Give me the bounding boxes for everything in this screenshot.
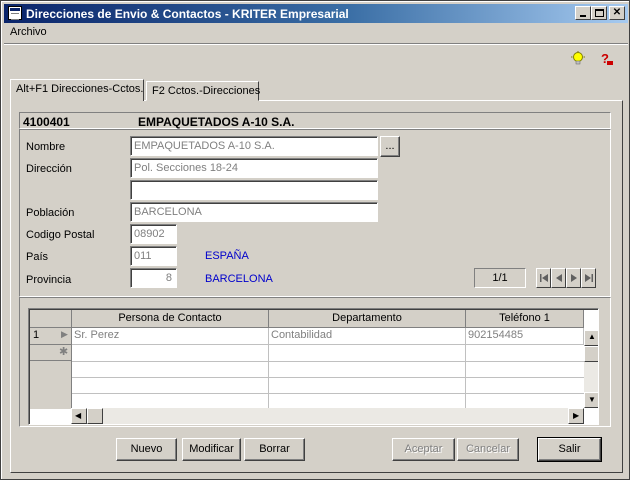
nav-prev-button[interactable] (551, 268, 566, 288)
scroll-down-button[interactable]: ▼ (584, 392, 598, 408)
column-header-telefono[interactable]: Teléfono 1 (466, 310, 584, 328)
scroll-left-button[interactable]: ◀ (71, 408, 87, 424)
new-row-icon: ✱ (59, 346, 69, 358)
column-header-departamento[interactable]: Departamento (269, 310, 466, 328)
provincia-label: Provincia (26, 274, 72, 286)
pais-label: País (26, 251, 49, 263)
cancelar-button[interactable]: Cancelar (457, 438, 519, 461)
nav-next-button[interactable] (566, 268, 581, 288)
company-header (19, 112, 611, 129)
menu-archivo[interactable]: Archivo (10, 26, 47, 38)
maximize-icon (595, 9, 604, 17)
grid-line (268, 328, 269, 409)
modificar-button[interactable]: Modificar (182, 438, 241, 461)
pais-name: ESPAÑA (205, 250, 249, 262)
cell-telefono[interactable]: 902154485 (466, 328, 584, 345)
horizontal-scroll-thumb[interactable] (87, 408, 103, 424)
browse-button[interactable]: ... (380, 136, 400, 157)
salir-button[interactable]: Salir (537, 437, 602, 462)
last-record-icon (585, 274, 593, 282)
direccion-field-1[interactable]: Pol. Secciones 18-24 (130, 158, 378, 178)
close-icon: ✕ (612, 7, 622, 18)
next-record-icon (571, 274, 577, 282)
maximize-button[interactable] (591, 6, 607, 20)
grid-line (72, 393, 584, 394)
minimize-button[interactable] (575, 6, 591, 20)
codigo-postal-label: Codigo Postal (26, 229, 95, 241)
first-record-icon (540, 274, 548, 282)
nombre-label: Nombre (26, 141, 66, 153)
tab-label: Alt+F1 Direcciones-Cctos. (16, 83, 144, 95)
vertical-scroll-thumb[interactable] (584, 346, 598, 362)
tab-contactos-direcciones[interactable]: F2 Cctos.-Direcciones (146, 81, 261, 101)
direccion-label: Dirección (26, 163, 72, 175)
minimize-icon (580, 15, 586, 17)
scroll-up-button[interactable]: ▲ (584, 330, 598, 346)
grid-line (72, 361, 584, 362)
company-name: EMPAQUETADOS A-10 S.A. (138, 115, 295, 129)
scroll-down-icon: ▼ (588, 395, 596, 404)
poblacion-label: Población (26, 207, 75, 219)
menu-bar: Archivo (4, 24, 628, 42)
empty-row-header (30, 361, 72, 409)
previous-record-icon (556, 274, 562, 282)
close-button[interactable]: ✕ (609, 6, 625, 20)
scroll-left-icon: ◀ (75, 411, 82, 420)
aceptar-button[interactable]: Aceptar (392, 438, 455, 461)
row-number: 1 (33, 329, 40, 341)
pais-code-field[interactable]: 011 (130, 246, 177, 266)
company-code: 4100401 (23, 115, 70, 129)
grid-line (465, 328, 466, 409)
borrar-button[interactable]: Borrar (244, 438, 305, 461)
provincia-name: BARCELONA (205, 273, 273, 285)
provincia-code-field[interactable]: 8 (130, 268, 177, 288)
direccion-field-2[interactable] (130, 180, 378, 200)
window-title: Direcciones de Envio & Contactos - KRITE… (26, 7, 349, 21)
new-row-header[interactable]: ✱ (30, 345, 72, 361)
scroll-up-icon: ▲ (588, 332, 596, 341)
codigo-postal-field[interactable]: 08902 (130, 224, 177, 244)
horizontal-scrollbar[interactable]: ◀ ▶ (71, 408, 584, 424)
lightbulb-icon[interactable] (570, 51, 586, 67)
poblacion-field[interactable]: BARCELONA (130, 202, 378, 222)
grid-body: Persona de Contacto Departamento Teléfon… (30, 310, 584, 409)
menu-separator (4, 43, 628, 45)
app-window-icon (8, 6, 22, 20)
main-window: Direcciones de Envio & Contactos - KRITE… (0, 0, 630, 480)
column-header-persona[interactable]: Persona de Contacto (72, 310, 269, 328)
tab-label: F2 Cctos.-Direcciones (152, 85, 261, 97)
cell-persona[interactable]: Sr. Perez (72, 328, 269, 345)
vertical-scrollbar[interactable]: ▲ ▼ (584, 330, 598, 408)
nav-last-button[interactable] (581, 268, 596, 288)
grid-line (72, 377, 584, 378)
nav-first-button[interactable] (536, 268, 551, 288)
grid-corner (30, 310, 72, 328)
nombre-field[interactable]: EMPAQUETADOS A-10 S.A. (130, 136, 378, 156)
help-icon[interactable]: ? (598, 51, 614, 67)
tab-direcciones-contactos[interactable]: Alt+F1 Direcciones-Cctos. (10, 79, 144, 101)
nuevo-button[interactable]: Nuevo (116, 438, 177, 461)
row-header[interactable]: 1 ▶ (30, 328, 72, 345)
scroll-right-button[interactable]: ▶ (568, 408, 584, 424)
record-counter: 1/1 (474, 268, 526, 288)
contacts-grid[interactable]: Persona de Contacto Departamento Teléfon… (28, 308, 599, 425)
scroll-right-icon: ▶ (573, 411, 580, 420)
title-bar[interactable]: Direcciones de Envio & Contactos - KRITE… (4, 4, 628, 23)
cell-departamento[interactable]: Contabilidad (269, 328, 466, 345)
row-pointer-icon: ▶ (61, 329, 68, 339)
